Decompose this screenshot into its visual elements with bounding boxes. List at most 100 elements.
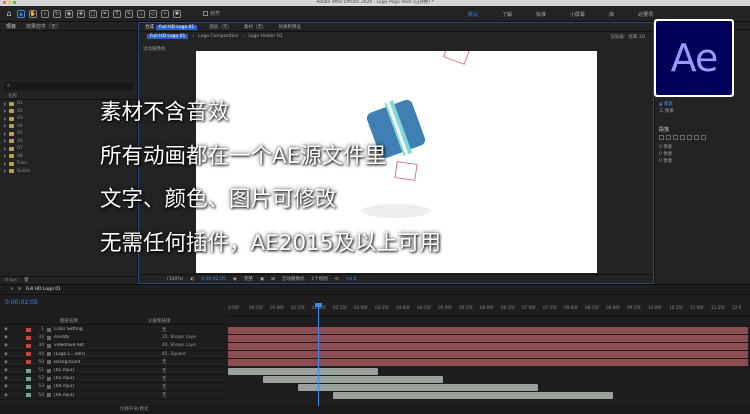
label-color-swatch[interactable] bbox=[26, 376, 31, 381]
label-color-swatch[interactable] bbox=[26, 360, 31, 365]
clone-stamp-tool-icon[interactable]: ⊥ bbox=[137, 9, 145, 18]
resolution-dropdown[interactable]: 完整 bbox=[244, 276, 253, 282]
table-row[interactable]: ◉ 1 Color Setting 无 bbox=[0, 326, 226, 335]
indent-left-value[interactable]: 0 像素 bbox=[659, 144, 672, 150]
align-left-icon[interactable] bbox=[659, 135, 664, 140]
grid-icon[interactable]: ⊞ bbox=[271, 277, 275, 282]
view-dropdown[interactable]: 活动摄像机 bbox=[282, 276, 305, 282]
visibility-icon[interactable]: ◉ bbox=[0, 343, 8, 348]
justify-all-icon[interactable] bbox=[701, 135, 706, 140]
tab-timeline-full-hd-logo[interactable]: Full HD Logo 01 bbox=[26, 287, 61, 292]
parent-dropdown[interactable]: 40. Shape Laye bbox=[162, 343, 196, 348]
reset-exposure-icon[interactable]: ⟲ bbox=[335, 277, 339, 282]
space-before-value[interactable]: 0 像素 bbox=[659, 158, 672, 164]
timeline-footer[interactable]: 切换开关/模式 bbox=[0, 406, 750, 414]
layer-duration-bar[interactable] bbox=[228, 359, 748, 367]
label-color-swatch[interactable] bbox=[26, 327, 31, 332]
rectangle-tool-icon[interactable]: □ bbox=[89, 9, 97, 18]
layer-duration-bar[interactable] bbox=[333, 392, 613, 400]
exposure-value[interactable]: +0.0 bbox=[346, 277, 357, 282]
tab-footage[interactable]: 素材（无） bbox=[244, 24, 267, 30]
align-center-icon[interactable] bbox=[666, 135, 671, 140]
workspace-default[interactable]: 默认 bbox=[468, 11, 478, 18]
disclosure-triangle-icon[interactable] bbox=[4, 169, 6, 174]
window-controls[interactable] bbox=[3, 1, 16, 4]
close-window-button[interactable] bbox=[3, 1, 6, 4]
current-time-display[interactable]: 0;00;02;05 bbox=[201, 277, 226, 282]
hand-tool-icon[interactable]: ✋ bbox=[29, 9, 37, 18]
justify-right-icon[interactable] bbox=[694, 135, 699, 140]
time-ruler[interactable]: 0:00f00:15f01:00f01:15f02:00f02:15f03:00… bbox=[226, 303, 750, 317]
layer-duration-bar[interactable] bbox=[228, 351, 748, 359]
visibility-icon[interactable]: ◉ bbox=[0, 376, 8, 381]
label-color-swatch[interactable] bbox=[26, 343, 31, 348]
visibility-icon[interactable]: ◉ bbox=[0, 384, 8, 389]
layer-duration-bar[interactable] bbox=[228, 334, 748, 342]
indent-first-line-value[interactable]: 0 像素 bbox=[659, 151, 672, 157]
layer-duration-bar[interactable] bbox=[263, 375, 443, 383]
trash-icon[interactable]: 🗑 bbox=[23, 278, 29, 283]
source-name-column[interactable]: 图层名称 bbox=[60, 318, 78, 324]
layer-name[interactable]: Background bbox=[54, 360, 114, 365]
disclosure-triangle-icon[interactable] bbox=[4, 139, 6, 144]
zoom-tool-icon[interactable]: ⌕ bbox=[41, 9, 49, 18]
pan-behind-tool-icon[interactable]: ✥ bbox=[77, 9, 85, 18]
table-row[interactable]: ◉ 33 envato 31. Shape Laye bbox=[0, 334, 226, 343]
table-row[interactable]: ◉ 44 [Logo C...lder] 45. Square bbox=[0, 351, 226, 359]
visibility-icon[interactable]: ◉ bbox=[0, 393, 8, 398]
layer-duration-bar[interactable] bbox=[228, 367, 378, 375]
type-tool-icon[interactable]: T bbox=[113, 9, 121, 18]
parent-dropdown[interactable]: 无 bbox=[162, 359, 166, 365]
label-color-swatch[interactable] bbox=[26, 352, 31, 357]
disclosure-triangle-icon[interactable] bbox=[4, 154, 6, 159]
snapping-checkbox[interactable]: 对齐 bbox=[203, 10, 220, 17]
project-search-input[interactable]: ⌕ bbox=[4, 82, 133, 90]
home-icon[interactable]: ⌂ bbox=[5, 9, 13, 18]
visibility-icon[interactable]: ◉ bbox=[0, 327, 8, 332]
label-color-swatch[interactable] bbox=[26, 368, 31, 373]
parent-dropdown[interactable]: 无 bbox=[162, 327, 166, 333]
layer-duration-bar[interactable] bbox=[298, 384, 538, 391]
zoom-window-button[interactable] bbox=[13, 1, 16, 4]
stroke-width-value[interactable]: 三 像素 bbox=[659, 108, 674, 114]
tab-layer[interactable]: 图层（无） bbox=[209, 24, 232, 30]
disclosure-triangle-icon[interactable] bbox=[4, 116, 6, 121]
roi-icon[interactable]: ▣ bbox=[260, 277, 264, 282]
workspace-small-screen[interactable]: 小屏幕 bbox=[570, 11, 585, 18]
disclosure-triangle-icon[interactable] bbox=[4, 124, 6, 129]
layer-name[interactable]: [06.mp3] bbox=[54, 393, 114, 398]
view-layout-dropdown[interactable]: 1个视图 bbox=[311, 276, 327, 282]
visibility-icon[interactable]: ◉ bbox=[0, 335, 8, 340]
playhead[interactable] bbox=[315, 303, 322, 411]
eraser-tool-icon[interactable]: ◇ bbox=[149, 9, 157, 18]
label-color-swatch[interactable] bbox=[26, 393, 31, 398]
visibility-icon[interactable]: ◉ bbox=[0, 368, 8, 373]
workspace-essentials[interactable]: 必要项 bbox=[638, 11, 653, 18]
visibility-icon[interactable]: ◉ bbox=[0, 352, 8, 357]
layer-name[interactable]: [Logo C...lder] bbox=[54, 352, 114, 357]
snapshot-icon[interactable]: ◐ bbox=[190, 277, 194, 282]
leading-value[interactable]: ▲ 像素 bbox=[659, 101, 673, 107]
layer-name[interactable]: [02.mp3] bbox=[54, 376, 114, 381]
tab-composition[interactable]: 合成 Full HD Logo 01 bbox=[145, 24, 198, 30]
tab-effect-controls[interactable]: 效果控件（无） bbox=[26, 23, 61, 30]
roto-brush-tool-icon[interactable]: ✧ bbox=[161, 9, 169, 18]
breadcrumb-item-full-hd-logo[interactable]: Full HD Logo 01 bbox=[147, 34, 189, 39]
table-row[interactable]: ◉ 51 [01.mp3] 无 bbox=[0, 367, 226, 376]
layer-name[interactable]: [04.mp3] bbox=[54, 384, 114, 389]
parent-dropdown[interactable]: 无 bbox=[162, 392, 166, 398]
renderer-label[interactable]: 渲染器：经典 3D bbox=[610, 34, 653, 40]
table-row[interactable]: ◉ 34 videohive.net 40. Shape Laye bbox=[0, 342, 226, 351]
parent-column[interactable]: 父级和链接 bbox=[148, 318, 171, 324]
label-color-swatch[interactable] bbox=[26, 384, 31, 389]
menu-icon[interactable]: ≡ bbox=[18, 287, 22, 292]
workspace-standard[interactable]: 标准 bbox=[536, 11, 546, 18]
close-tab-icon[interactable]: × bbox=[10, 287, 14, 292]
timeline-current-time[interactable]: 0;00;02;05 bbox=[5, 299, 38, 306]
layer-name[interactable]: envato bbox=[54, 335, 114, 340]
pen-tool-icon[interactable]: ✒ bbox=[101, 9, 109, 18]
brush-tool-icon[interactable]: ✎ bbox=[125, 9, 133, 18]
rotate-tool-icon[interactable]: ↻ bbox=[53, 9, 61, 18]
layer-name[interactable]: videohive.net bbox=[54, 343, 114, 348]
bit-depth-label[interactable]: 8 bpc bbox=[5, 278, 17, 283]
